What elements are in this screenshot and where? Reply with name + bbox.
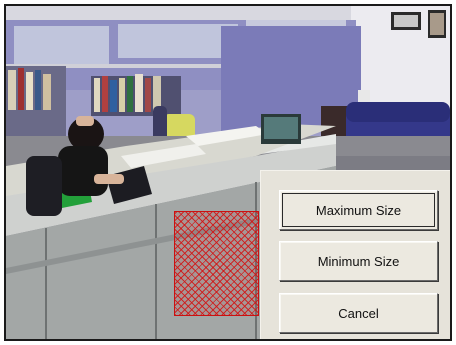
cancel-button[interactable]: Cancel: [279, 293, 438, 333]
minimum-size-button[interactable]: Minimum Size: [279, 241, 438, 281]
maximum-size-button[interactable]: Maximum Size: [279, 190, 438, 230]
mask-size-menu: Maximum Size Minimum Size Cancel: [260, 170, 450, 339]
camera-view-frame: Maximum Size Minimum Size Cancel: [4, 4, 452, 341]
privacy-mask-region[interactable]: [174, 211, 259, 316]
